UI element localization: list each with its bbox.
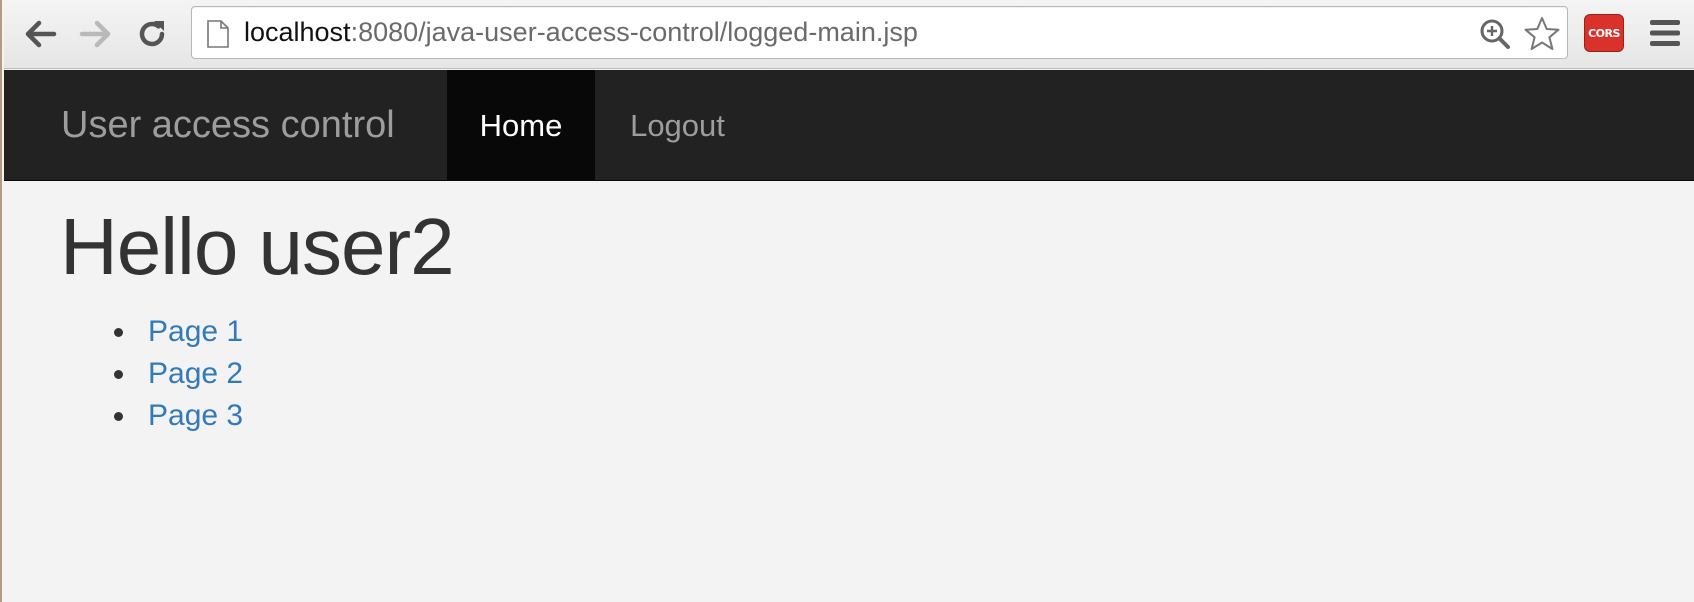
main-content: Hello user2 Page 1 Page 2 Page 3 — [4, 181, 1694, 602]
navbar-brand[interactable]: User access control — [61, 70, 395, 181]
page-title: Hello user2 — [60, 202, 455, 291]
nav-item-logout[interactable]: Logout — [595, 70, 760, 181]
page-3-link[interactable]: Page 3 — [148, 395, 243, 437]
browser-window: localhost:8080/java-user-access-control/… — [0, 0, 1694, 602]
page-icon — [206, 20, 230, 53]
list-bullet — [114, 370, 123, 379]
reload-icon[interactable] — [130, 12, 174, 56]
list-bullet — [114, 328, 123, 337]
navbar: User access control Home Logout — [4, 70, 1694, 181]
browser-toolbar: localhost:8080/java-user-access-control/… — [4, 0, 1694, 69]
forward-arrow-icon[interactable] — [74, 12, 118, 56]
menu-icon[interactable] — [1649, 18, 1681, 53]
back-arrow-icon[interactable] — [18, 12, 62, 56]
url-host: localhost — [244, 17, 351, 47]
address-bar[interactable]: localhost:8080/java-user-access-control/… — [191, 6, 1568, 59]
url-text[interactable]: localhost:8080/java-user-access-control/… — [244, 7, 918, 58]
list-bullet — [114, 412, 123, 421]
star-icon[interactable] — [1523, 15, 1561, 58]
page-2-link[interactable]: Page 2 — [148, 353, 243, 395]
zoom-icon[interactable] — [1479, 18, 1511, 55]
cors-extension-label: CORS — [1588, 26, 1620, 40]
page-1-link[interactable]: Page 1 — [148, 311, 243, 353]
url-path: :8080/java-user-access-control/logged-ma… — [350, 17, 918, 47]
nav-item-home[interactable]: Home — [447, 70, 595, 181]
cors-extension-button[interactable]: CORS — [1584, 14, 1624, 52]
